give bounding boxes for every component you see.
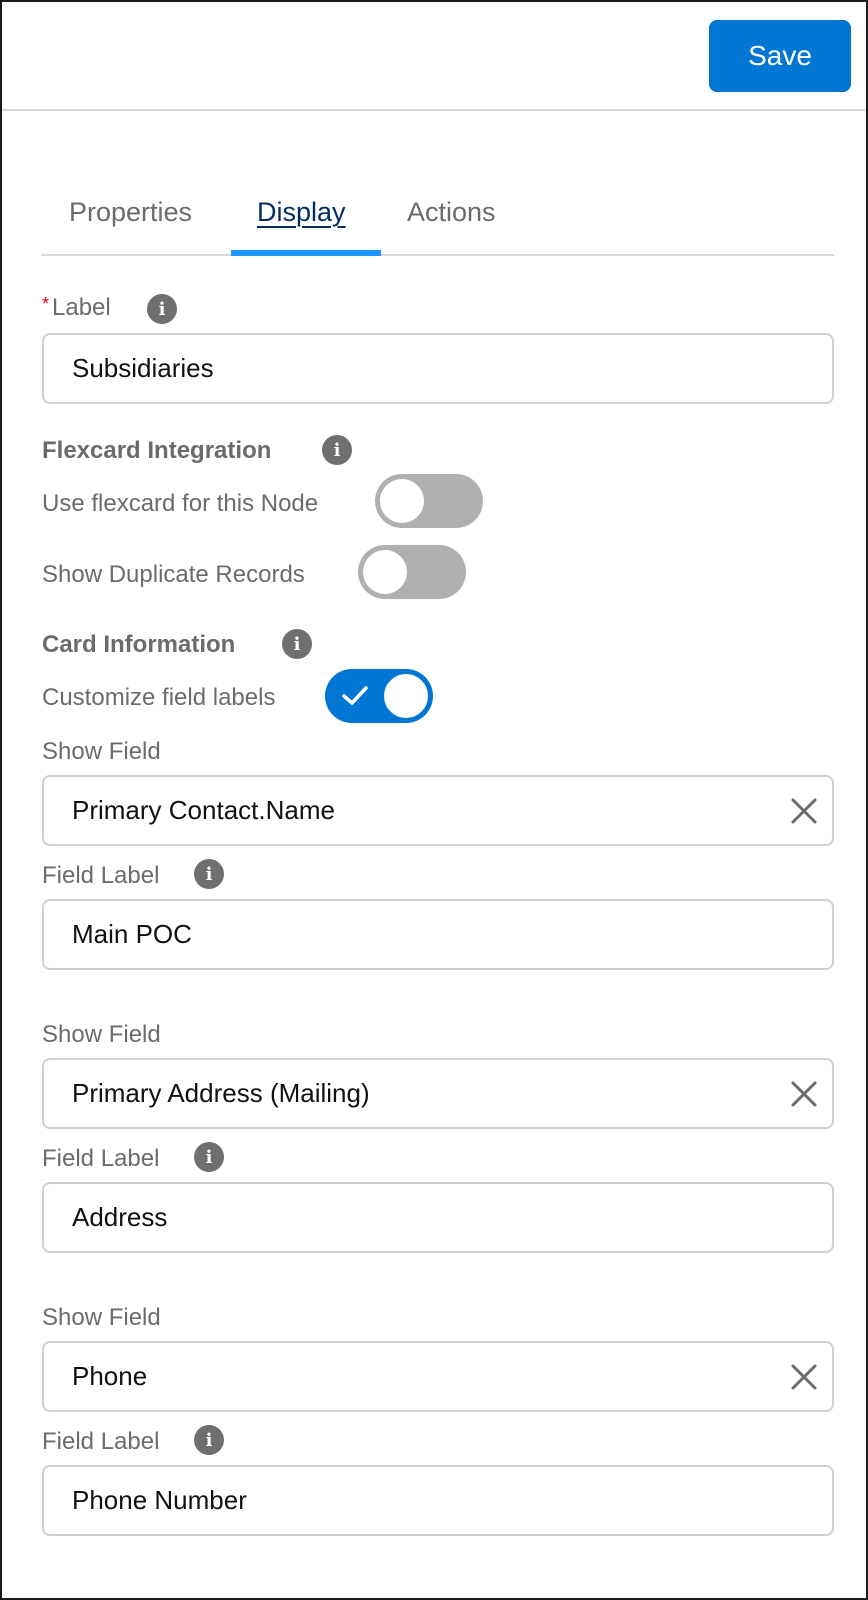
- tab-display[interactable]: Display: [257, 197, 346, 228]
- show-duplicates-label: Show Duplicate Records: [42, 561, 305, 588]
- card-info-heading: Card Information: [42, 631, 236, 658]
- label-input[interactable]: Subsidiaries: [42, 333, 834, 404]
- panel: Save Properties Display Actions * Label i…: [0, 0, 868, 1600]
- show-field-input[interactable]: Primary Address (Mailing): [42, 1058, 834, 1129]
- show-field-input[interactable]: Phone: [42, 1341, 834, 1412]
- show-field-label: Show Field: [42, 738, 161, 765]
- panel-header: Save: [2, 2, 866, 111]
- check-icon: [342, 686, 368, 705]
- show-field-value: Primary Address (Mailing): [72, 1078, 370, 1108]
- info-icon[interactable]: i: [147, 294, 177, 324]
- toggle-knob: [361, 548, 409, 596]
- label-input-value: Subsidiaries: [72, 353, 214, 383]
- info-icon[interactable]: i: [194, 1425, 224, 1455]
- use-flexcard-label: Use flexcard for this Node: [42, 490, 319, 517]
- show-field-input[interactable]: Primary Contact.Name: [42, 775, 834, 846]
- tab-properties[interactable]: Properties: [69, 197, 192, 228]
- info-icon[interactable]: i: [322, 435, 352, 465]
- show-field-value: Phone: [72, 1361, 148, 1391]
- flexcard-heading: Flexcard Integration: [42, 437, 272, 464]
- field-label-value: Phone Number: [72, 1485, 247, 1515]
- close-icon[interactable]: [788, 1361, 820, 1393]
- active-tab-indicator: [231, 250, 381, 256]
- close-icon[interactable]: [788, 795, 820, 827]
- field-label-label: Field Label: [42, 1145, 160, 1172]
- info-icon[interactable]: i: [194, 859, 224, 889]
- field-label-value: Address: [72, 1202, 168, 1232]
- info-icon[interactable]: i: [194, 1142, 224, 1172]
- show-duplicates-toggle[interactable]: [358, 545, 466, 599]
- field-label-input[interactable]: Address: [42, 1182, 834, 1253]
- required-marker: *: [42, 294, 50, 314]
- field-label-value: Main POC: [72, 919, 192, 949]
- toggle-knob: [382, 672, 430, 720]
- show-field-value: Primary Contact.Name: [72, 795, 335, 825]
- save-button[interactable]: Save: [709, 20, 851, 92]
- field-label-label: Field Label: [42, 1428, 160, 1455]
- field-label-input[interactable]: Phone Number: [42, 1465, 834, 1536]
- tab-actions[interactable]: Actions: [407, 197, 496, 228]
- field-label-label: Field Label: [42, 862, 160, 889]
- close-icon[interactable]: [788, 1078, 820, 1110]
- label-text: Label: [52, 294, 111, 321]
- field-label-input[interactable]: Main POC: [42, 899, 834, 970]
- info-icon[interactable]: i: [282, 629, 312, 659]
- tab-bar: Properties Display Actions: [41, 182, 834, 256]
- toggle-knob: [378, 477, 426, 525]
- show-field-label: Show Field: [42, 1021, 161, 1048]
- customize-labels-toggle[interactable]: [325, 669, 433, 723]
- show-field-label: Show Field: [42, 1304, 161, 1331]
- customize-labels-label: Customize field labels: [42, 684, 276, 711]
- use-flexcard-toggle[interactable]: [375, 474, 483, 528]
- label-field-label: * Label: [42, 294, 111, 322]
